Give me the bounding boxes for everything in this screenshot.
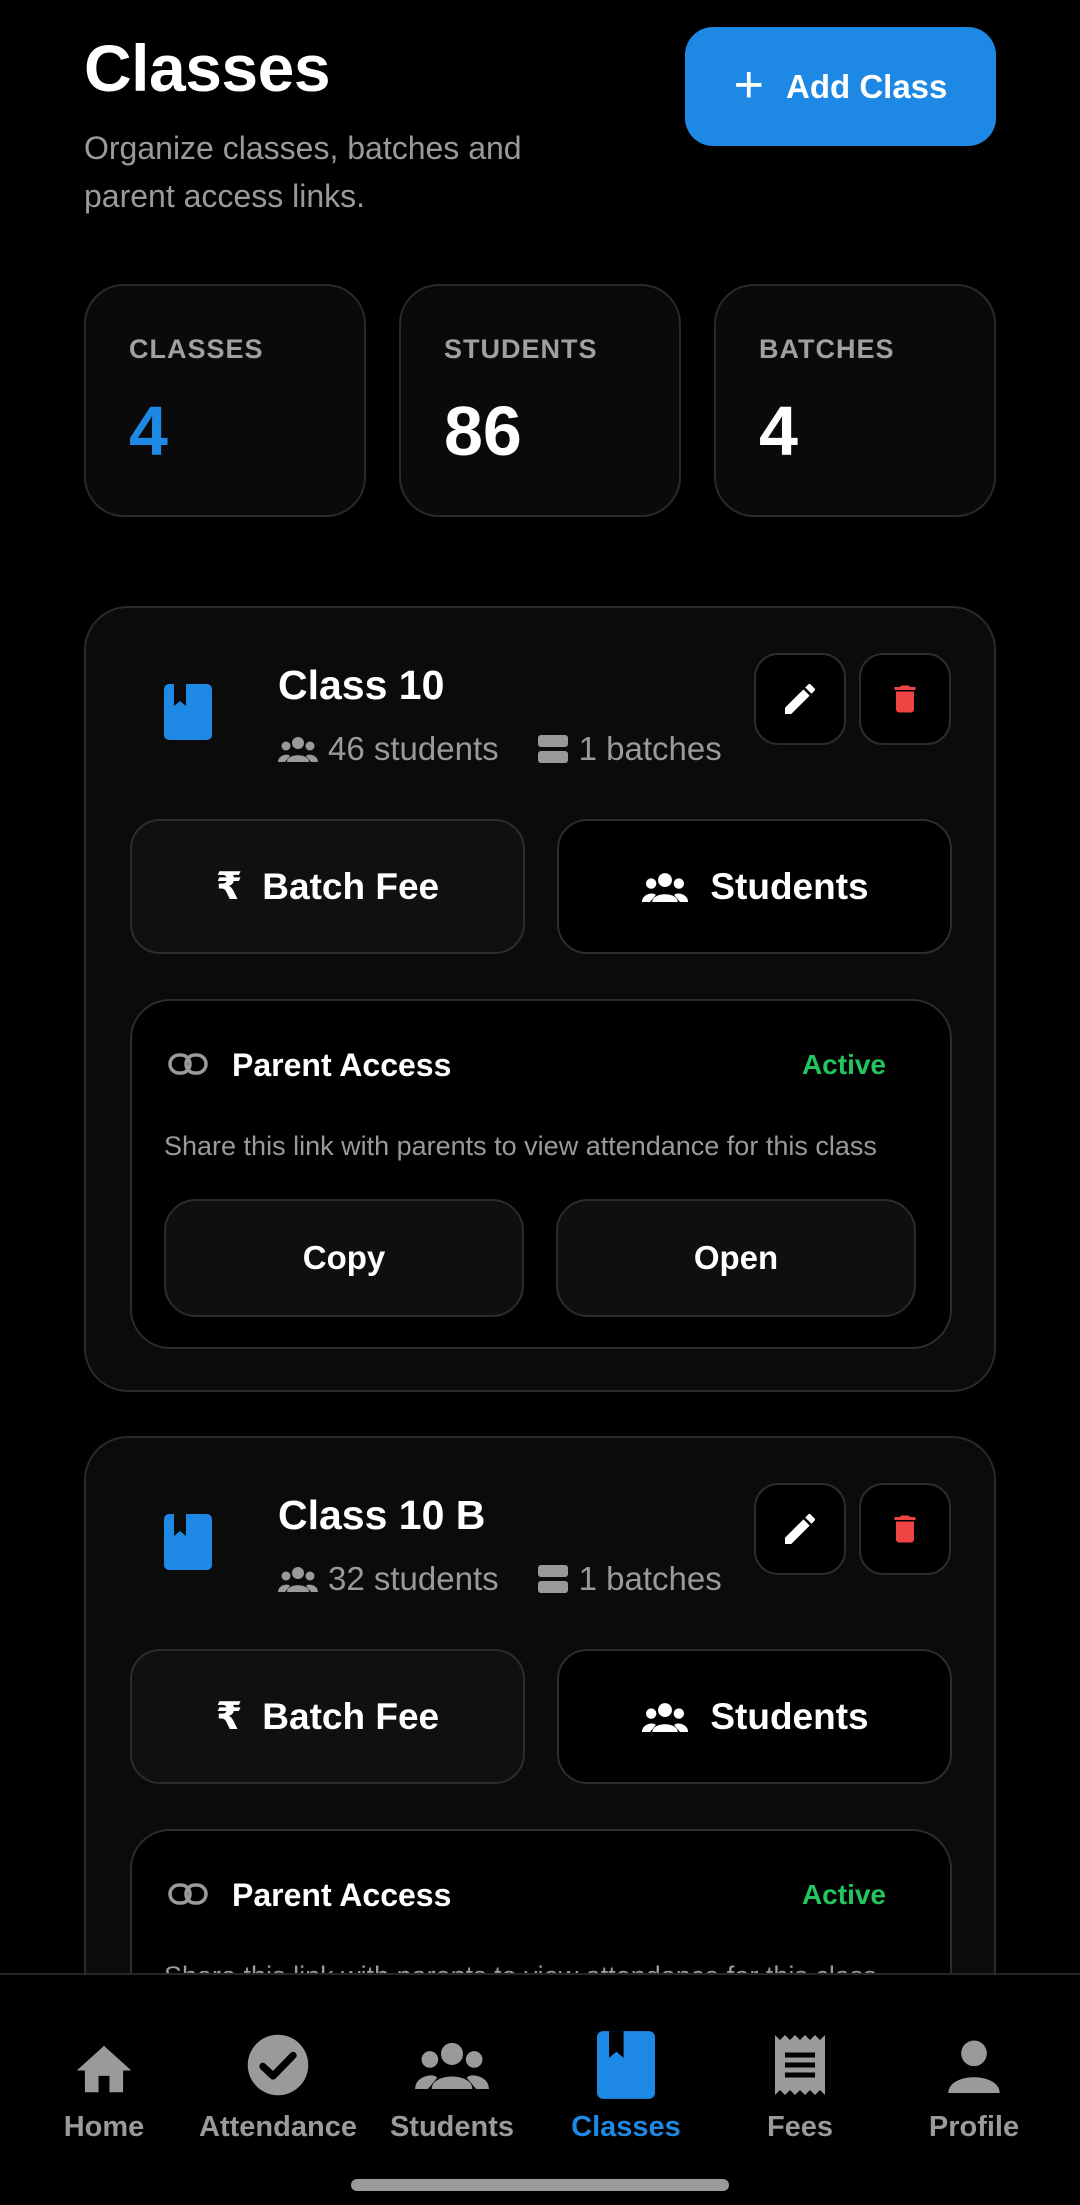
status-badge: Active: [801, 1049, 886, 1080]
batch-count: 1 batches: [578, 1560, 722, 1597]
pencil-icon: [785, 1513, 816, 1544]
class-meta: 32 students 1 batches: [278, 1560, 722, 1598]
stat-label: STUDENTS: [444, 334, 598, 364]
parent-access-title: Parent Access: [232, 1877, 452, 1913]
add-class-label: Add Class: [786, 67, 948, 105]
stat-value: 86: [444, 392, 522, 470]
stat-value: 4: [129, 392, 168, 470]
bottom-nav: Home Attendance Students Classes Fees Pr…: [0, 1973, 1080, 2205]
people-icon: [278, 737, 318, 762]
student-count: 32 students: [328, 1560, 499, 1597]
receipt-icon: [775, 2035, 825, 2095]
batch-fee-button[interactable]: ₹ Batch Fee: [130, 1649, 525, 1784]
people-icon: [415, 2042, 489, 2089]
nav-label: Fees: [766, 2111, 834, 2143]
stat-label: CLASSES: [129, 334, 264, 364]
class-name: Class 10: [278, 662, 445, 708]
nav-item-classes[interactable]: Classes: [539, 2029, 713, 2144]
book-icon: [164, 1514, 212, 1570]
batch-count: 1 batches: [578, 730, 722, 767]
delete-button[interactable]: [859, 1483, 951, 1575]
page-subtitle: Organize classes, batches and parent acc…: [84, 130, 522, 214]
students-label: Students: [710, 1695, 869, 1737]
class-card: Class 10 46 students 1 batches ₹ Batch F…: [84, 606, 996, 1392]
book-icon: [597, 2031, 655, 2099]
nav-label: Students: [389, 2111, 515, 2143]
batch-fee-button[interactable]: ₹ Batch Fee: [130, 819, 525, 954]
stat-card-students: STUDENTS 86: [399, 284, 681, 517]
student-count: 46 students: [328, 730, 499, 767]
people-icon: [642, 1702, 689, 1732]
people-icon: [278, 1567, 318, 1592]
nav-item-students[interactable]: Students: [365, 2029, 539, 2144]
copy-link-button[interactable]: Copy: [164, 1199, 524, 1317]
pencil-icon: [785, 683, 816, 714]
person-icon: [948, 2040, 1000, 2093]
stat-label: BATCHES: [759, 334, 895, 364]
check-circle-icon: [247, 2034, 309, 2096]
batch-fee-label: Batch Fee: [262, 865, 440, 907]
classes-screen: Classes Organize classes, batches and pa…: [0, 0, 1080, 2205]
status-badge: Active: [801, 1879, 886, 1910]
nav-item-home[interactable]: Home: [17, 2029, 191, 2144]
home-indicator[interactable]: [351, 2179, 729, 2191]
stat-card-classes: CLASSES 4: [84, 284, 366, 517]
link-icon: [168, 1883, 208, 1905]
class-meta: 46 students 1 batches: [278, 730, 722, 768]
edit-button[interactable]: [754, 653, 846, 745]
students-label: Students: [710, 865, 869, 907]
page-title: Classes: [84, 31, 331, 105]
trash-icon: [894, 685, 916, 713]
book-icon: [164, 684, 212, 740]
batch-fee-label: Batch Fee: [262, 1695, 440, 1737]
stat-card-batches: BATCHES 4: [714, 284, 996, 517]
parent-access-panel: Parent Access Active Share this link wit…: [130, 999, 952, 1349]
rupee-icon: ₹: [215, 1696, 243, 1738]
edit-button[interactable]: [754, 1483, 846, 1575]
class-name: Class 10 B: [278, 1492, 486, 1538]
batch-icon: [537, 1565, 568, 1593]
batch-icon: [537, 735, 568, 763]
parent-access-description: Share this link with parents to view att…: [164, 1131, 877, 1161]
nav-item-profile[interactable]: Profile: [887, 2029, 1061, 2144]
home-icon: [76, 2045, 132, 2093]
plus-icon: +: [733, 55, 764, 114]
people-icon: [642, 872, 689, 902]
open-link-button[interactable]: Open: [556, 1199, 916, 1317]
stat-value: 4: [759, 392, 798, 470]
parent-access-title: Parent Access: [232, 1047, 452, 1083]
nav-label: Home: [63, 2111, 145, 2143]
nav-label: Classes: [571, 2111, 681, 2143]
nav-item-fees[interactable]: Fees: [713, 2029, 887, 2144]
students-button[interactable]: Students: [557, 819, 952, 954]
nav-label: Profile: [928, 2111, 1020, 2143]
students-button[interactable]: Students: [557, 1649, 952, 1784]
nav-label: Attendance: [199, 2111, 357, 2143]
delete-button[interactable]: [859, 653, 951, 745]
trash-icon: [894, 1515, 916, 1543]
rupee-icon: ₹: [215, 866, 243, 908]
add-class-button[interactable]: + Add Class: [685, 27, 996, 146]
nav-item-attendance[interactable]: Attendance: [191, 2029, 365, 2144]
link-icon: [168, 1053, 208, 1075]
